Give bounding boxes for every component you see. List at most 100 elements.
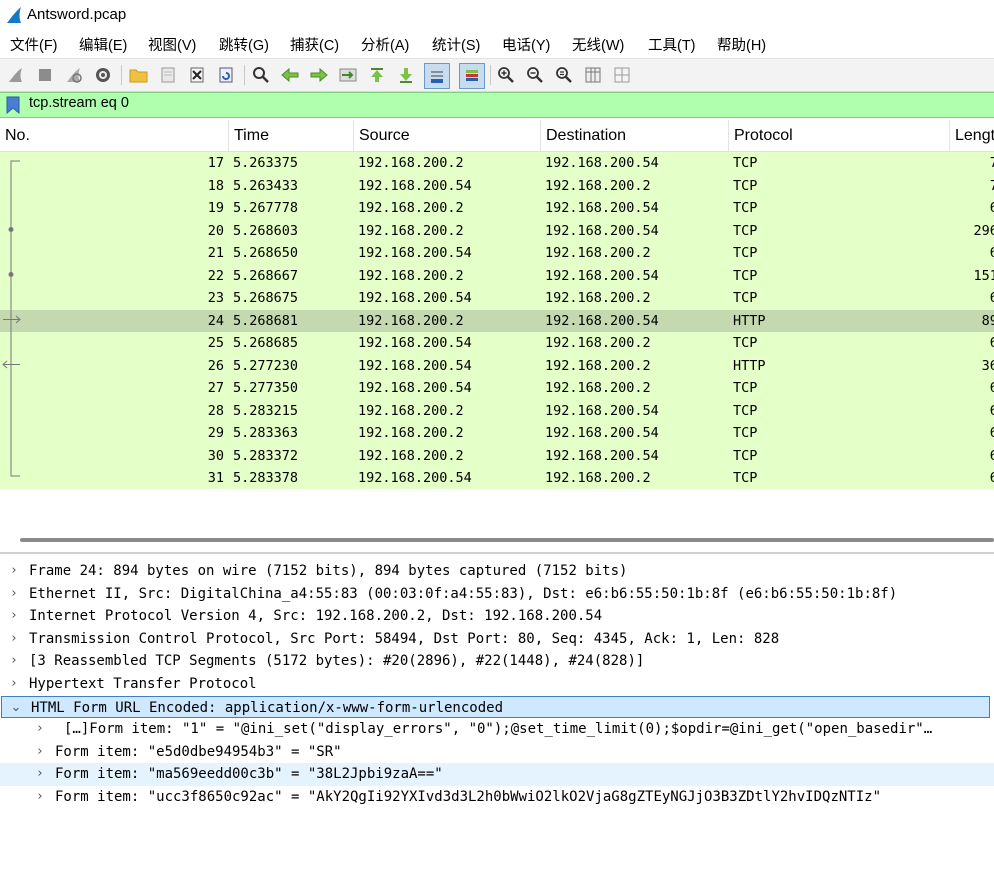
column-destination[interactable]: Destination bbox=[541, 120, 729, 151]
open-file-icon[interactable] bbox=[128, 64, 150, 86]
detail-tree-item[interactable]: › [3 Reassembled TCP Segments (5172 bytes… bbox=[0, 650, 994, 673]
expand-arrow-icon[interactable]: › bbox=[8, 628, 20, 651]
packet-row[interactable]: 19 5.267778 192.168.200.2 192.168.200.54 TCP… bbox=[0, 197, 994, 220]
toolbar-separator bbox=[490, 65, 491, 85]
go-last-packet-icon[interactable] bbox=[395, 64, 417, 86]
detail-tree-item[interactable]: › Form item: "e5d0dbe94954b3" = "SR" bbox=[0, 741, 994, 764]
expand-arrow-icon[interactable]: › bbox=[8, 650, 20, 673]
column-protocol[interactable]: Protocol bbox=[729, 120, 950, 151]
detail-text: Transmission Control Protocol, Src Port:… bbox=[29, 630, 780, 647]
packet-details: › Frame 24: 894 bytes on wire (7152 bits)… bbox=[0, 552, 994, 871]
menu-tools[interactable]: 工具(T) bbox=[648, 34, 696, 55]
menu-help[interactable]: 帮助(H) bbox=[717, 34, 766, 55]
menu-file[interactable]: 文件(F) bbox=[10, 34, 58, 55]
detail-text: Form item: "ma569eedd00c3b" = "38L2Jpbi9… bbox=[55, 766, 443, 783]
detail-text: HTML Form URL Encoded: application/x-www… bbox=[31, 699, 504, 716]
detail-text: Ethernet II, Src: DigitalChina_a4:55:83 … bbox=[29, 585, 898, 602]
packet-length: 66 bbox=[989, 200, 994, 216]
detail-text: Frame 24: 894 bytes on wire (7152 bits),… bbox=[29, 563, 628, 579]
packet-row[interactable]: 27 5.277350 192.168.200.54 192.168.200.2 TCP… bbox=[0, 377, 994, 400]
packet-row[interactable]: 25 5.268685 192.168.200.54 192.168.200.2 TCP… bbox=[0, 332, 994, 355]
packet-row[interactable]: 30 5.283372 192.168.200.2 192.168.200.54 TCP… bbox=[0, 444, 994, 467]
menu-view[interactable]: 视图(V) bbox=[148, 34, 196, 55]
zoom-normal-icon[interactable] bbox=[553, 64, 575, 86]
bookmark-icon[interactable] bbox=[6, 96, 20, 114]
expand-arrow-icon[interactable]: › bbox=[34, 741, 46, 764]
packet-length: 1514 bbox=[973, 267, 994, 284]
packet-row[interactable]: 17 5.263375 192.168.200.2 192.168.200.54 TCP… bbox=[0, 152, 994, 175]
packet-row[interactable]: 22 5.268667 192.168.200.2 192.168.200.54 TCP… bbox=[0, 264, 994, 287]
toolbar-separator bbox=[244, 65, 245, 85]
menu-wireless[interactable]: 无线(W) bbox=[572, 34, 624, 55]
expand-arrow-icon[interactable]: › bbox=[34, 763, 46, 786]
column-time[interactable]: Time bbox=[229, 120, 354, 151]
restart-capture-icon[interactable] bbox=[63, 64, 85, 86]
horizontal-scrollbar[interactable] bbox=[20, 538, 994, 542]
resize-columns-icon[interactable] bbox=[582, 64, 604, 86]
menu-telephony[interactable]: 电话(Y) bbox=[502, 34, 550, 55]
packet-row[interactable]: 18 5.263433 192.168.200.54 192.168.200.2 TCP… bbox=[0, 174, 994, 197]
display-filter-bar[interactable]: tcp.stream eq 0 bbox=[0, 92, 994, 118]
packet-row[interactable]: 28 5.283215 192.168.200.2 192.168.200.54 TCP… bbox=[0, 399, 994, 422]
column-source[interactable]: Source bbox=[354, 120, 541, 151]
expand-arrow-icon[interactable]: › bbox=[8, 605, 20, 628]
colorize-icon[interactable] bbox=[459, 63, 485, 89]
expand-arrow-icon[interactable]: › bbox=[8, 560, 20, 583]
start-capture-icon[interactable] bbox=[5, 64, 27, 86]
main-toolbar bbox=[0, 58, 994, 92]
expand-arrow-icon[interactable]: › bbox=[8, 583, 20, 606]
detail-tree-item[interactable]: ⌄ HTML Form URL Encoded: application/x-ww… bbox=[1, 695, 990, 719]
title-bar: Antsword.pcap bbox=[0, 0, 994, 30]
go-forward-icon[interactable] bbox=[308, 64, 330, 86]
packet-row[interactable]: 29 5.283363 192.168.200.2 192.168.200.54 TCP… bbox=[0, 422, 994, 445]
detail-text: Internet Protocol Version 4, Src: 192.16… bbox=[29, 608, 603, 625]
packet-row[interactable]: 23 5.268675 192.168.200.54 192.168.200.2 TCP… bbox=[0, 287, 994, 310]
menu-statistics[interactable]: 统计(S) bbox=[432, 34, 480, 55]
column-no[interactable]: No. bbox=[0, 120, 229, 151]
packet-row[interactable]: 24 5.268681 192.168.200.2 192.168.200.54 HTT… bbox=[0, 309, 994, 332]
find-packet-icon[interactable] bbox=[250, 64, 272, 86]
save-file-icon[interactable] bbox=[157, 64, 179, 86]
packet-length: 66 bbox=[989, 245, 994, 261]
detail-tree-item[interactable]: › Transmission Control Protocol, Src Port… bbox=[0, 628, 994, 651]
go-first-packet-icon[interactable] bbox=[366, 64, 388, 86]
expand-arrow-icon[interactable]: › bbox=[34, 718, 46, 741]
detail-text: Form item: "e5d0dbe94954b3" = "SR" bbox=[55, 743, 342, 760]
packet-row[interactable]: 20 5.268603 192.168.200.2 192.168.200.54 TCP… bbox=[0, 219, 994, 242]
column-length[interactable]: Length bbox=[950, 120, 994, 151]
auto-scroll-icon[interactable] bbox=[424, 63, 450, 89]
capture-options-icon[interactable] bbox=[92, 64, 114, 86]
packet-row[interactable]: 21 5.268650 192.168.200.54 192.168.200.2 TCP… bbox=[0, 242, 994, 265]
packet-length: 2962 bbox=[973, 222, 994, 239]
detail-tree-item[interactable]: › Internet Protocol Version 4, Src: 192.1… bbox=[0, 605, 994, 628]
go-back-icon[interactable] bbox=[279, 64, 301, 86]
detail-tree-item[interactable]: › Form item: "ma569eedd00c3b" = "38L2Jpbi… bbox=[0, 763, 994, 786]
zoom-out-icon[interactable] bbox=[524, 64, 546, 86]
packet-length: 66 bbox=[989, 447, 994, 464]
detail-tree-item[interactable]: › Frame 24: 894 bytes on wire (7152 bits)… bbox=[0, 560, 994, 583]
close-file-icon[interactable] bbox=[186, 64, 208, 86]
detail-tree-item[interactable]: › Ethernet II, Src: DigitalChina_a4:55:83… bbox=[0, 583, 994, 606]
detail-tree-item[interactable]: › Form item: "ucc3f8650c92ac" = "AkY2QgIi… bbox=[0, 786, 994, 809]
menu-analyze[interactable]: 分析(A) bbox=[361, 34, 409, 55]
menu-capture[interactable]: 捕获(C) bbox=[290, 34, 339, 55]
expand-subtrees-icon[interactable] bbox=[611, 64, 633, 86]
detail-tree-item[interactable]: › […]Form item: "1" = "@ini_set("display_… bbox=[0, 718, 994, 741]
packet-list-header: No. Time Source Destination Protocol Len… bbox=[0, 120, 994, 152]
detail-tree-item[interactable]: › Hypertext Transfer Protocol bbox=[0, 673, 994, 696]
stop-capture-icon[interactable] bbox=[34, 64, 56, 86]
menu-go[interactable]: 跳转(G) bbox=[219, 34, 269, 55]
wireshark-fin-icon bbox=[7, 7, 21, 23]
expand-arrow-icon[interactable]: › bbox=[34, 786, 46, 809]
collapse-arrow-icon[interactable]: ⌄ bbox=[10, 697, 22, 718]
packet-row[interactable]: 26 5.277230 192.168.200.54 192.168.200.2 HTT… bbox=[0, 354, 994, 377]
conversation-lines bbox=[2, 160, 21, 477]
menu-edit[interactable]: 编辑(E) bbox=[79, 34, 127, 55]
expand-arrow-icon[interactable]: › bbox=[8, 673, 20, 696]
zoom-in-icon[interactable] bbox=[495, 64, 517, 86]
display-filter-input[interactable]: tcp.stream eq 0 bbox=[29, 95, 129, 111]
reload-file-icon[interactable] bbox=[215, 64, 237, 86]
toolbar-separator bbox=[121, 65, 122, 85]
packet-row[interactable]: 31 5.283378 192.168.200.54 192.168.200.2 TCP… bbox=[0, 467, 994, 490]
go-to-packet-icon[interactable] bbox=[337, 64, 359, 86]
